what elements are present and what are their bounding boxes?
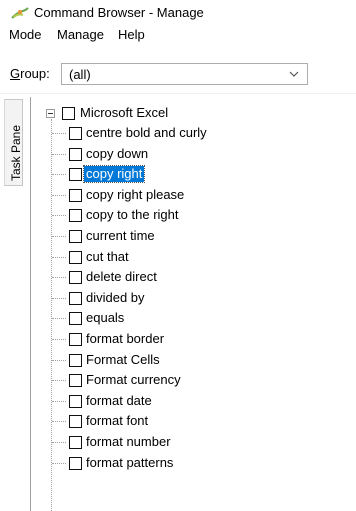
tree-item-checkbox[interactable]	[69, 456, 82, 470]
tree-item-label: format font	[86, 413, 149, 429]
tree-connector	[52, 462, 66, 464]
tree-connector	[52, 236, 66, 237]
tree-item-label: copy to the right	[86, 207, 179, 223]
menu-mode[interactable]: Mode	[9, 27, 42, 42]
tree-connector	[52, 380, 66, 382]
tree-connector	[52, 359, 66, 361]
tree-connector	[52, 174, 66, 176]
tree-item-checkbox[interactable]	[69, 436, 82, 449]
menu-bar: Mode Manage Help	[0, 24, 356, 46]
tree-item-checkbox[interactable]	[69, 271, 82, 285]
tree-root-checkbox[interactable]	[62, 107, 75, 120]
command-browser-icon	[11, 7, 29, 19]
tree-root-label: Microsoft Excel	[80, 105, 169, 120]
group-label: Group:	[10, 66, 50, 81]
tree-item-label: copy down	[86, 145, 149, 161]
tree-item-checkbox[interactable]	[69, 230, 82, 243]
tree-item-label: format patterns	[86, 454, 174, 470]
tree-connector	[52, 277, 66, 279]
tree-item-checkbox[interactable]	[69, 127, 82, 140]
task-pane-tab[interactable]: Task Pane	[4, 99, 23, 186]
tree-item-label: format number	[86, 434, 171, 449]
title-bar: Command Browser - Manage	[0, 0, 356, 24]
tree-connector	[52, 194, 66, 196]
tree-connector	[52, 339, 66, 340]
tree-item-label: copy right please	[86, 186, 185, 202]
menu-help[interactable]: Help	[118, 27, 145, 42]
tree-item-checkbox[interactable]	[69, 333, 82, 346]
tree-item-checkbox[interactable]	[69, 394, 82, 408]
tree-item-label: equals	[86, 310, 125, 326]
collapse-toggle[interactable]	[46, 109, 55, 118]
tree-item-checkbox[interactable]	[69, 374, 82, 388]
tree-connector	[52, 442, 66, 443]
tree-connector-line	[51, 119, 52, 511]
chevron-down-icon	[289, 71, 299, 77]
tree-item-checkbox[interactable]	[69, 209, 82, 223]
group-selected-value: (all)	[69, 67, 91, 82]
tree-connector	[52, 297, 66, 299]
group-dropdown[interactable]: (all)	[61, 63, 308, 85]
tree-item-checkbox[interactable]	[69, 188, 82, 202]
tree-connector	[52, 421, 66, 423]
tree-item-checkbox[interactable]	[69, 353, 82, 367]
tree-connector	[52, 318, 66, 320]
tree-item-checkbox[interactable]	[69, 415, 82, 429]
tree-item-label: current time	[86, 228, 155, 243]
tree-item-label: centre bold and curly	[86, 125, 207, 140]
tree-item-label: divided by	[86, 289, 145, 305]
tree-item-label: delete direct	[86, 269, 157, 285]
tree-item-label: Format currency	[86, 372, 181, 388]
tree-item-checkbox[interactable]	[69, 168, 82, 182]
divider	[0, 93, 356, 94]
tree-item-checkbox[interactable]	[69, 250, 82, 264]
tree-item-label: copy right	[82, 165, 146, 184]
tree-connector	[52, 215, 66, 217]
tree-item-label: format date	[86, 392, 152, 408]
tree-item-checkbox[interactable]	[69, 291, 82, 305]
tree-item-label: cut that	[86, 248, 129, 264]
tree-connector	[52, 133, 66, 134]
menu-manage[interactable]: Manage	[57, 27, 104, 42]
tree-border	[30, 97, 31, 511]
tree-connector	[52, 153, 66, 155]
tree-item-label: Format Cells	[86, 351, 160, 367]
tree-item-label: format border	[86, 331, 165, 346]
tree-connector	[52, 256, 66, 258]
tree-item-checkbox[interactable]	[69, 312, 82, 326]
window-title: Command Browser - Manage	[34, 5, 204, 20]
tree-item-checkbox[interactable]	[69, 147, 82, 161]
tree-connector	[52, 400, 66, 402]
task-pane-label: Task Pane	[9, 124, 23, 181]
